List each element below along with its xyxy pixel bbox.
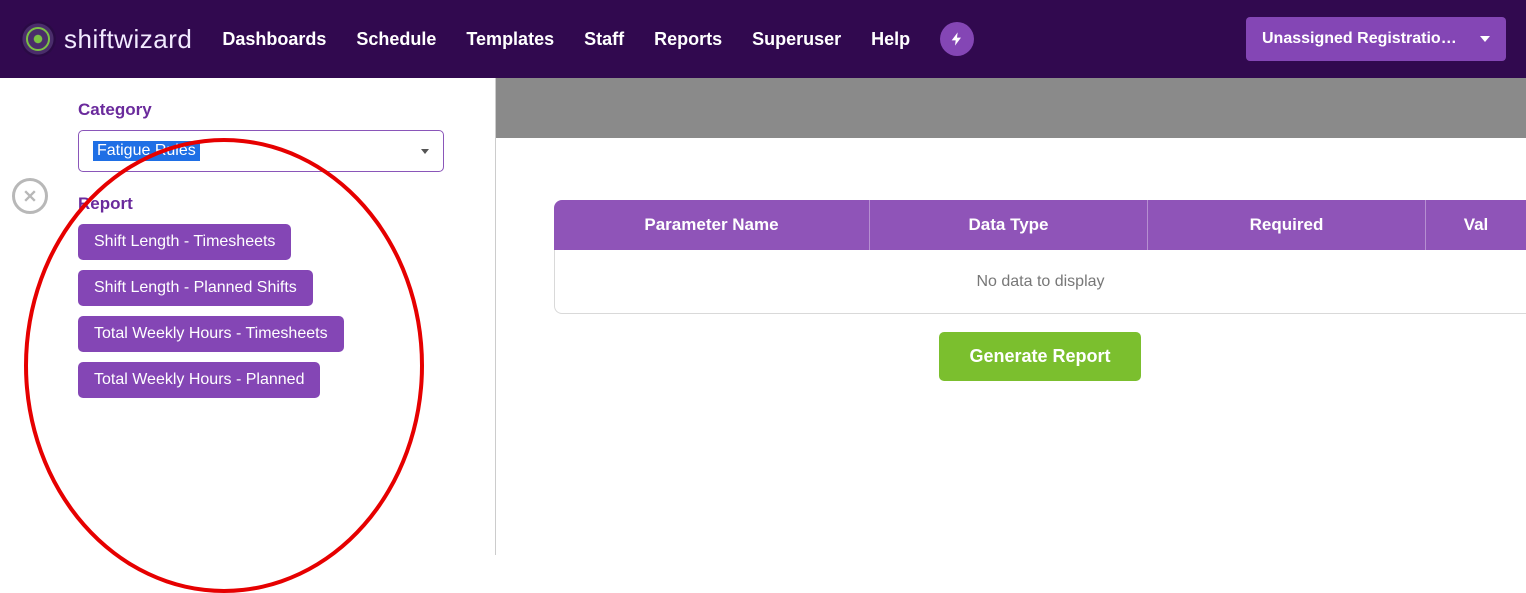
toolbar-placeholder: [496, 78, 1526, 138]
nav-help[interactable]: Help: [871, 29, 910, 50]
nav-reports[interactable]: Reports: [654, 29, 722, 50]
report-list: Shift Length - Timesheets Shift Length -…: [78, 224, 495, 398]
chevron-down-icon: [421, 149, 429, 154]
user-dropdown-label: Unassigned Registratio…: [1262, 30, 1457, 48]
report-option-shift-length-timesheets[interactable]: Shift Length - Timesheets: [78, 224, 291, 260]
nav-schedule[interactable]: Schedule: [356, 29, 436, 50]
lightning-icon[interactable]: [940, 22, 974, 56]
user-dropdown[interactable]: Unassigned Registratio…: [1246, 17, 1506, 61]
generate-report-button[interactable]: Generate Report: [939, 332, 1140, 381]
nav-superuser[interactable]: Superuser: [752, 29, 841, 50]
report-main: Parameter Name Data Type Required Val No…: [495, 78, 1526, 555]
col-required: Required: [1148, 200, 1426, 250]
table-empty-row: No data to display: [554, 250, 1526, 314]
close-icon[interactable]: [12, 178, 48, 214]
main-nav: Dashboards Schedule Templates Staff Repo…: [222, 22, 974, 56]
col-data-type: Data Type: [870, 200, 1148, 250]
brand-logo-icon: [20, 21, 56, 57]
report-option-weekly-hours-timesheets[interactable]: Total Weekly Hours - Timesheets: [78, 316, 344, 352]
report-option-shift-length-planned[interactable]: Shift Length - Planned Shifts: [78, 270, 313, 306]
chevron-down-icon: [1480, 36, 1490, 42]
table-header: Parameter Name Data Type Required Val: [554, 200, 1526, 250]
nav-staff[interactable]: Staff: [584, 29, 624, 50]
top-nav: shiftwizard Dashboards Schedule Template…: [0, 0, 1526, 78]
col-parameter-name: Parameter Name: [554, 200, 870, 250]
nav-templates[interactable]: Templates: [466, 29, 554, 50]
category-selected-value: Fatigue Rules: [93, 141, 200, 161]
report-sidebar: Category Fatigue Rules Report Shift Leng…: [0, 78, 495, 555]
report-label: Report: [78, 194, 495, 214]
empty-message: No data to display: [976, 273, 1104, 291]
parameters-table: Parameter Name Data Type Required Val No…: [554, 200, 1526, 381]
report-option-weekly-hours-planned[interactable]: Total Weekly Hours - Planned: [78, 362, 320, 398]
content-area: Category Fatigue Rules Report Shift Leng…: [0, 78, 1526, 555]
category-select[interactable]: Fatigue Rules: [78, 130, 444, 172]
category-label: Category: [78, 100, 495, 120]
nav-dashboards[interactable]: Dashboards: [222, 29, 326, 50]
brand-logo[interactable]: shiftwizard: [20, 21, 192, 57]
brand-name: shiftwizard: [64, 24, 192, 55]
col-value: Val: [1426, 200, 1526, 250]
